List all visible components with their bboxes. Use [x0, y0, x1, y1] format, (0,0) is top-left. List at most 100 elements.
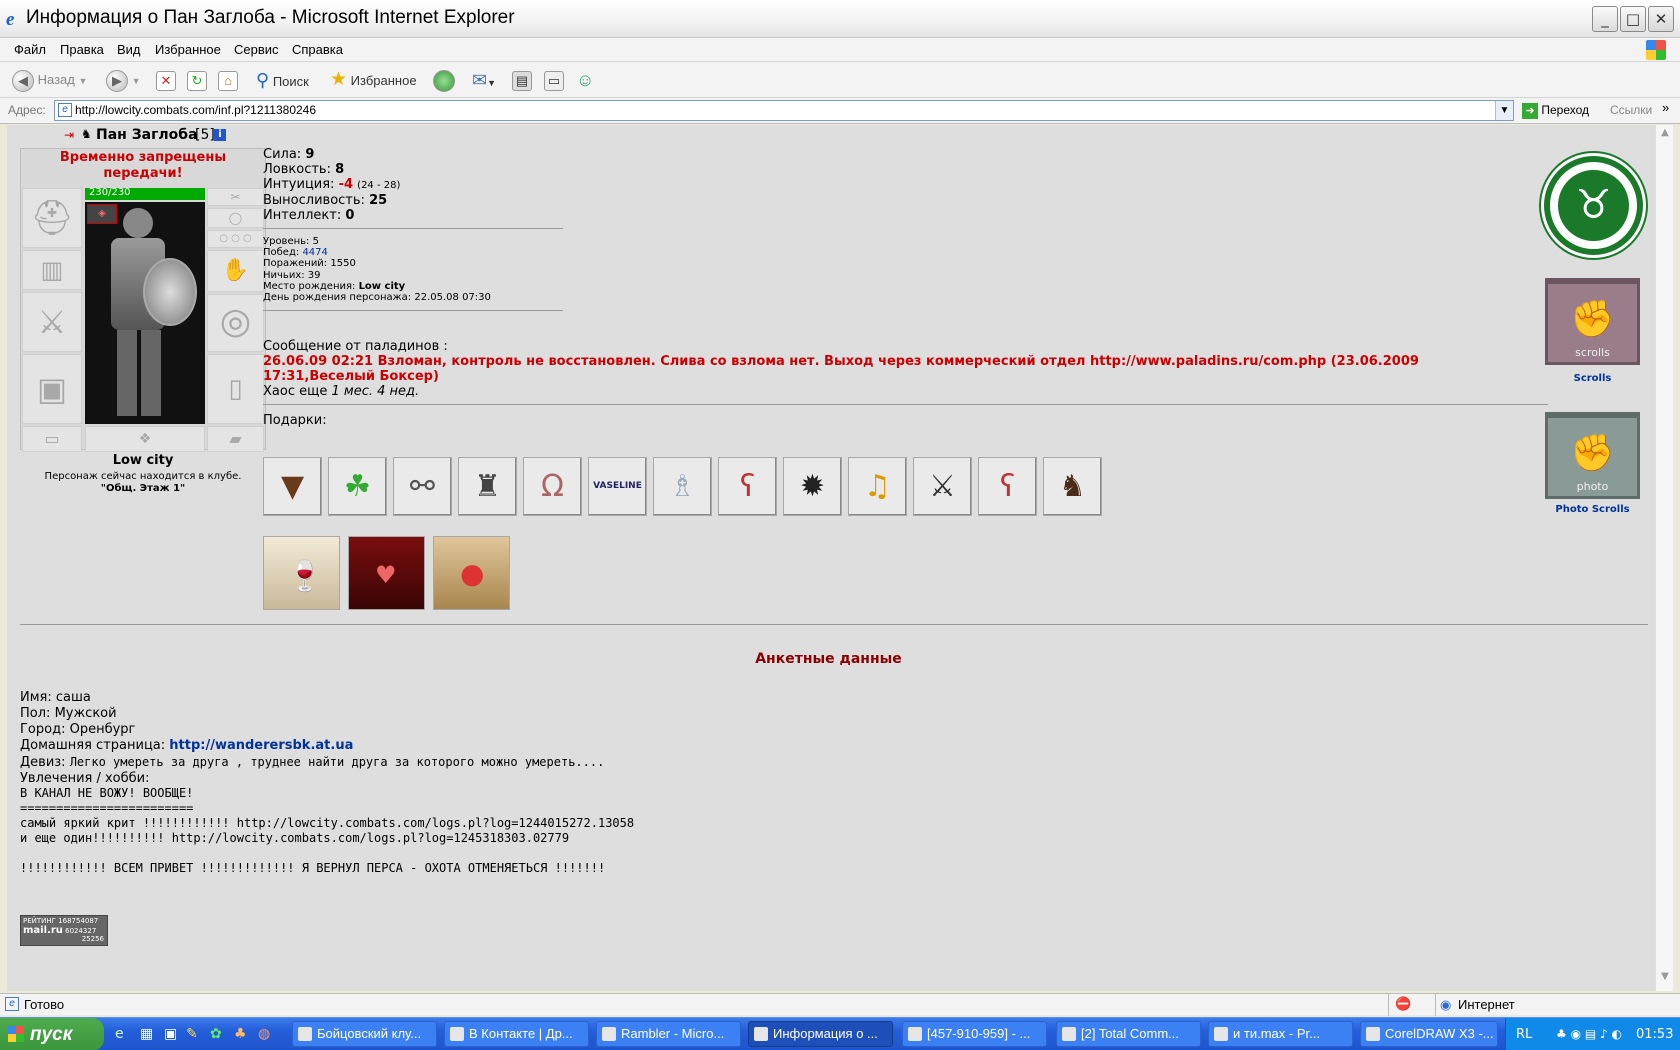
menu-tools[interactable]: Сервис	[234, 42, 279, 57]
gift-vaseline-icon[interactable]: VASELINE	[588, 457, 647, 516]
minimize-button[interactable]: _	[1592, 6, 1618, 32]
info-icon[interactable]: i	[214, 129, 226, 141]
menu-file[interactable]: Файл	[14, 42, 46, 57]
task-combats[interactable]: Бойцовский клу...	[292, 1021, 437, 1047]
weapon-slot[interactable]: ⚔	[22, 292, 82, 352]
mailru-counter[interactable]: РЕЙТИНГ 168754087 mail.ru 6024327 25256	[20, 915, 108, 946]
favorites-button[interactable]: ★ Избранное	[330, 68, 417, 92]
leggings-slot[interactable]: ▯	[207, 354, 264, 424]
task-icq[interactable]: [457-910-959] - ...	[902, 1021, 1047, 1047]
gift-lantern-icon[interactable]: ♜	[458, 457, 517, 516]
edit-button[interactable]: ▭	[544, 68, 564, 92]
boots-slot[interactable]: ▰	[207, 426, 264, 452]
gift-card-wine[interactable]: 🍷	[263, 536, 340, 610]
gloves-slot[interactable]: ✋	[207, 250, 264, 292]
anketa-heading: Анкетные данные	[755, 651, 902, 667]
gift-card-love[interactable]: ♥	[348, 536, 425, 610]
quicklaunch-tool-icon[interactable]: ✎	[186, 1026, 198, 1042]
gift-mace-icon[interactable]: ✹	[783, 457, 842, 516]
close-button[interactable]: ✕	[1648, 6, 1674, 32]
scroll-down-icon[interactable]: ▼	[1658, 971, 1672, 987]
address-input[interactable]: e http://lowcity.combats.com/inf.pl?1211…	[54, 100, 1514, 121]
homepage-link[interactable]: http://wanderersbk.at.ua	[169, 738, 353, 753]
scroll-up-icon[interactable]: ▲	[1658, 127, 1672, 143]
search-button[interactable]: ⚲ Поиск	[256, 68, 309, 92]
address-dropdown-icon[interactable]: ▼	[1495, 101, 1513, 120]
links-chevron-icon[interactable]: »	[1662, 100, 1669, 115]
clock[interactable]: 01:53	[1636, 1018, 1673, 1050]
rings-slot[interactable]: ○ ○ ○	[207, 230, 264, 248]
menu-help[interactable]: Справка	[292, 42, 343, 57]
belt-slot[interactable]: ▭	[22, 426, 82, 452]
clan-emblem[interactable]: ♉	[1544, 156, 1643, 255]
bracers-slot[interactable]: ▥	[22, 250, 82, 290]
history-button[interactable]	[433, 68, 455, 92]
gift-bell-icon[interactable]: ♫	[848, 457, 907, 516]
quicklaunch-app-icon[interactable]: ♣	[234, 1026, 247, 1042]
helmet-slot[interactable]: ⛑	[22, 188, 82, 248]
quicklaunch-save-icon[interactable]: ▣	[164, 1026, 177, 1042]
language-indicator[interactable]: RL	[1516, 1018, 1532, 1050]
gift-horseshoe-icon[interactable]: Ω	[523, 457, 582, 516]
quicklaunch-ie-icon[interactable]: e	[115, 1026, 124, 1042]
stop-button[interactable]: ✕	[156, 68, 176, 92]
armor-slot[interactable]: ▣	[22, 354, 82, 424]
photo-scrolls-banner[interactable]: ✊ photo	[1545, 412, 1640, 499]
character-avatar[interactable]: ◈	[85, 202, 205, 424]
menu-favorites[interactable]: Избранное	[155, 42, 221, 57]
menu-view[interactable]: Вид	[117, 42, 141, 57]
messenger-button[interactable]: ☺	[576, 68, 594, 92]
task-coreldraw[interactable]: CorelDRAW X3 -...	[1360, 1021, 1498, 1047]
task-3dsmax[interactable]: и ти.max - Pr...	[1208, 1021, 1353, 1047]
anketa-homepage: Домашняя страница: http://wanderersbk.at…	[20, 738, 354, 753]
stats-divider	[263, 228, 563, 229]
gift-goblin-icon[interactable]: ☘	[328, 457, 387, 516]
links-button[interactable]: Ссылки	[1610, 103, 1652, 117]
mail-button[interactable]: ✉▼	[472, 68, 496, 92]
bonus-slot[interactable]: ❖	[85, 426, 205, 452]
back-button[interactable]: ◀ Назад ▼	[12, 68, 87, 92]
gift-tower-icon[interactable]: ♗	[653, 457, 712, 516]
gift-teddy-bear-icon[interactable]: ʕ	[718, 457, 777, 516]
gift-bucket-icon[interactable]: ▼	[263, 457, 322, 516]
info-losses: Поражений: 1550	[263, 258, 356, 270]
title-bar[interactable]: e Информация о Пан Заглоба - Microsoft I…	[0, 0, 1680, 38]
quicklaunch-desktop-icon[interactable]: ▦	[140, 1026, 153, 1042]
go-button[interactable]: ➜ Переход	[1522, 100, 1589, 121]
scrolls-link[interactable]: Scrolls	[1545, 373, 1640, 384]
paladin-heading: Сообщение от паладинов :	[263, 339, 448, 354]
start-button[interactable]: пуск	[0, 1018, 104, 1050]
task-total-commander[interactable]: [2] Total Comm...	[1056, 1021, 1201, 1047]
vertical-scrollbar[interactable]: ▲ ▼	[1655, 125, 1673, 991]
refresh-button[interactable]: ↻	[187, 68, 207, 92]
print-button[interactable]: ▤	[512, 68, 532, 92]
info-block: Уровень: 5 Побед: 4474 Поражений: 1550 Н…	[263, 236, 491, 303]
transfer-arrow-icon: ⇥	[64, 128, 75, 142]
gift-swords-icon[interactable]: ⚔	[913, 457, 972, 516]
gift-whip-icon[interactable]: ⚯	[393, 457, 452, 516]
anketa-motto: Девиз: Легко умереть за друга , труднее …	[20, 755, 605, 770]
gift-card-balloons[interactable]: ●	[433, 536, 510, 610]
start-flag-icon	[8, 1026, 24, 1042]
photo-scrolls-link[interactable]: Photo Scrolls	[1545, 504, 1640, 515]
home-button[interactable]: ⌂	[218, 68, 238, 92]
toolbar: ◀ Назад ▼ ▶ ▼ ✕ ↻ ⌂ ⚲ Поиск ★ Избранное …	[0, 62, 1680, 98]
task-info-active[interactable]: Информация о ...	[748, 1021, 893, 1047]
earrings-slot[interactable]: ✂	[207, 188, 264, 206]
quicklaunch-icq-icon[interactable]: ✿	[210, 1026, 222, 1042]
gift-rocking-horse-icon[interactable]: ♞	[1043, 457, 1102, 516]
tray-icons[interactable]: ♣ ◉ ▤ ♪ ◐	[1556, 1018, 1622, 1050]
amulet-slot[interactable]: ◯	[207, 208, 264, 228]
gift-teddy-bear-2-icon[interactable]: ʕ	[978, 457, 1037, 516]
address-bar: Адрес: e http://lowcity.combats.com/inf.…	[0, 98, 1680, 124]
forward-arrow-icon: ▶	[106, 69, 128, 92]
shield-slot[interactable]: ◎	[207, 294, 264, 352]
forward-button[interactable]: ▶ ▼	[106, 68, 141, 92]
task-rambler[interactable]: Rambler - Micro...	[596, 1021, 741, 1047]
maximize-button[interactable]: □	[1620, 6, 1646, 32]
go-arrow-icon: ➜	[1522, 102, 1538, 119]
quicklaunch-firefox-icon[interactable]: ◍	[258, 1026, 270, 1042]
task-vkontakte[interactable]: В Контакте | Др...	[444, 1021, 589, 1047]
scrolls-banner[interactable]: ✊ scrolls	[1545, 278, 1640, 365]
menu-edit[interactable]: Правка	[60, 42, 104, 57]
